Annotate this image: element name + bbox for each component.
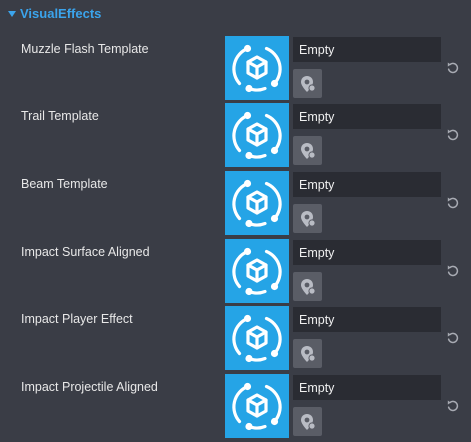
asset-picker-icon[interactable] [293,272,322,301]
reset-icon[interactable] [446,61,460,75]
asset-value-field[interactable]: Empty [293,172,441,197]
triangle-down-icon[interactable] [8,11,16,17]
template-asset-icon[interactable] [225,103,289,167]
asset-value: Empty [299,178,335,192]
template-asset-icon[interactable] [225,36,289,100]
asset-picker-icon[interactable] [293,407,322,436]
asset-picker-icon[interactable] [293,204,322,233]
property-label: Impact Player Effect [21,312,133,326]
asset-value: Empty [299,110,335,124]
property-row: Beam Template Empty [0,171,471,239]
asset-value: Empty [299,246,335,260]
template-asset-icon[interactable] [225,239,289,303]
asset-value: Empty [299,43,335,57]
asset-value: Empty [299,381,335,395]
property-label: Muzzle Flash Template [21,42,149,56]
asset-picker-icon[interactable] [293,339,322,368]
template-asset-icon[interactable] [225,306,289,370]
asset-value: Empty [299,313,335,327]
section-title[interactable]: VisualEffects [20,6,101,21]
asset-value-field[interactable]: Empty [293,307,441,332]
reset-icon[interactable] [446,128,460,142]
asset-picker-icon[interactable] [293,136,322,165]
asset-value-field[interactable]: Empty [293,375,441,400]
reset-icon[interactable] [446,331,460,345]
property-row: Impact Projectile Aligned Empty [0,374,471,442]
template-asset-icon[interactable] [225,171,289,235]
reset-icon[interactable] [446,264,460,278]
template-asset-icon[interactable] [225,374,289,438]
property-row: Impact Surface Aligned Empty [0,239,471,307]
property-row: Muzzle Flash Template Empty [0,36,471,104]
reset-icon[interactable] [446,196,460,210]
asset-value-field[interactable]: Empty [293,104,441,129]
asset-value-field[interactable]: Empty [293,240,441,265]
property-label: Trail Template [21,109,99,123]
reset-icon[interactable] [446,399,460,413]
visual-effects-section-header[interactable]: VisualEffects [0,0,471,28]
asset-value-field[interactable]: Empty [293,37,441,62]
property-label: Impact Surface Aligned [21,245,150,259]
asset-picker-icon[interactable] [293,69,322,98]
property-label: Beam Template [21,177,108,191]
property-row: Trail Template Empty [0,103,471,171]
property-row: Impact Player Effect Empty [0,306,471,374]
property-label: Impact Projectile Aligned [21,380,158,394]
